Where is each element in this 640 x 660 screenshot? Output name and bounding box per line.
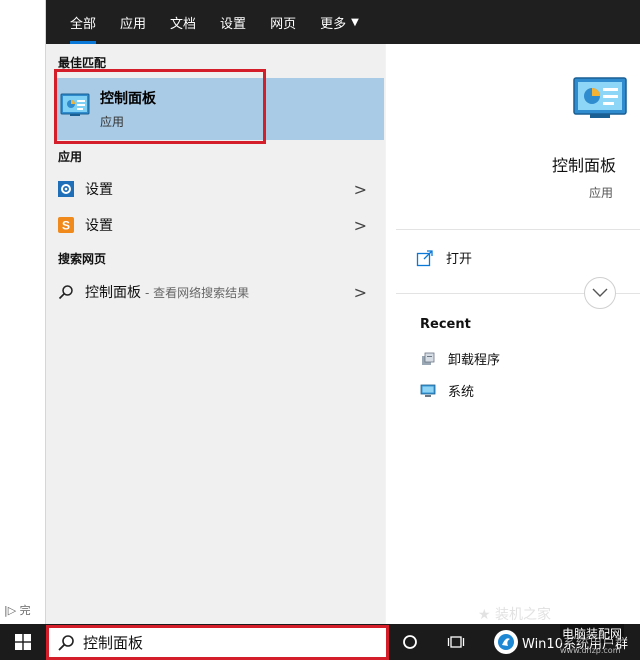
task-view-button[interactable] <box>442 624 470 660</box>
recent-item-label: 系统 <box>448 385 475 400</box>
tab-apps[interactable]: 应用 <box>108 0 158 44</box>
web-search-result[interactable]: 控制面板 - 查看网络搜索结果 > <box>46 275 385 309</box>
watermark-site-url: www.dnzp.com <box>560 646 621 655</box>
tab-label: 更多 <box>320 16 347 32</box>
chevron-down-icon: ▼ <box>351 16 359 28</box>
app-result-label: 设置 <box>85 218 113 234</box>
web-search-hint: - 查看网络搜索结果 <box>145 285 250 300</box>
search-scope-tabs: 全部 应用 文档 设置 网页 更多 ▼ <box>46 0 640 44</box>
best-match-subtitle: 应用 <box>100 115 125 129</box>
system-icon <box>420 384 436 397</box>
watermark-logo-icon <box>494 630 518 654</box>
tab-label: 应用 <box>120 16 147 32</box>
chevron-down-icon <box>592 288 608 297</box>
control-panel-icon <box>573 77 627 118</box>
detail-panel: 控制面板 应用 打开 Recent 卸载程序 系统 <box>386 44 640 624</box>
web-search-query: 控制面板 <box>85 285 141 301</box>
windows-logo-icon <box>15 634 31 650</box>
tab-label: 文档 <box>170 16 197 32</box>
watermark-site-title: 电脑装配网 <box>560 624 625 643</box>
control-panel-icon <box>60 93 90 116</box>
background-status-text: |▷ 完 <box>4 604 31 617</box>
best-match-item[interactable]: 控制面板 应用 <box>54 78 384 140</box>
taskbar-search-input[interactable]: 控制面板 <box>47 626 386 659</box>
tab-more[interactable]: 更多 ▼ <box>308 0 371 44</box>
expand-button[interactable] <box>584 277 616 309</box>
gear-icon <box>57 180 75 198</box>
detail-title: 控制面板 <box>552 156 617 175</box>
uninstall-icon <box>422 352 435 365</box>
cortana-button[interactable] <box>396 624 424 660</box>
recent-heading: Recent <box>420 317 471 332</box>
web-search-heading: 搜索网页 <box>58 252 107 266</box>
search-results-panel: 最佳匹配 控制面板 应用 应用 设置 > S 设置 > 搜索网页 控制面板 - … <box>46 44 385 624</box>
svg-text:S: S <box>62 219 70 233</box>
apps-heading: 应用 <box>58 150 83 164</box>
search-query-text: 控制面板 <box>83 634 144 652</box>
cortana-circle-icon <box>403 635 417 649</box>
chevron-right-icon[interactable]: > <box>354 180 367 199</box>
watermark-faint: ★ 装机之家 <box>478 607 552 623</box>
recent-item-label: 卸载程序 <box>448 353 501 368</box>
start-button[interactable] <box>0 624 46 660</box>
tab-web[interactable]: 网页 <box>258 0 308 44</box>
detail-subtitle: 应用 <box>589 186 614 200</box>
background-window: |▷ 完 <box>0 0 46 624</box>
open-button[interactable]: 打开 <box>416 248 472 267</box>
app-result-label: 设置 <box>85 182 113 198</box>
chevron-right-icon[interactable]: > <box>354 283 367 302</box>
recent-item-system[interactable]: 系统 <box>420 381 474 400</box>
open-icon <box>416 249 433 266</box>
tab-all[interactable]: 全部 <box>46 0 108 44</box>
search-icon <box>58 634 74 651</box>
taskbar: 控制面板 Win10系统用户群 <box>0 624 640 660</box>
app-result-settings[interactable]: 设置 > <box>46 172 385 206</box>
sogou-s-icon: S <box>57 216 75 234</box>
tab-settings[interactable]: 设置 <box>208 0 258 44</box>
chevron-right-icon[interactable]: > <box>354 216 367 235</box>
task-view-icon <box>447 636 465 648</box>
app-result-settings-sogou[interactable]: S 设置 > <box>46 208 385 242</box>
open-label: 打开 <box>446 252 473 267</box>
best-match-title: 控制面板 <box>100 91 156 107</box>
search-icon <box>57 283 75 301</box>
tab-label: 全部 <box>70 16 97 32</box>
tab-documents[interactable]: 文档 <box>158 0 208 44</box>
recent-item-uninstall[interactable]: 卸载程序 <box>420 349 500 368</box>
best-match-heading: 最佳匹配 <box>58 56 107 70</box>
tab-label: 网页 <box>270 16 297 32</box>
tab-label: 设置 <box>220 16 247 32</box>
